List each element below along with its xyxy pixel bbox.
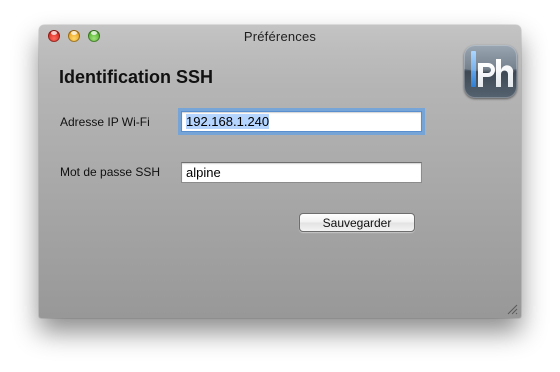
ssh-password-input[interactable]: alpine: [181, 162, 422, 183]
save-button[interactable]: Sauvegarder: [299, 213, 415, 232]
window-title: Préférences: [243, 29, 317, 44]
preferences-window: Préférences Identification SSH Adresse I…: [39, 25, 521, 318]
minimize-icon[interactable]: [68, 30, 80, 42]
resize-grip-icon[interactable]: [507, 304, 518, 315]
ip-address-label: Adresse IP Wi-Fi: [60, 115, 150, 129]
zoom-icon[interactable]: [88, 30, 100, 42]
ssh-password-label: Mot de passe SSH: [60, 165, 161, 179]
title-bar[interactable]: Préférences: [39, 25, 521, 47]
close-icon[interactable]: [48, 30, 60, 42]
app-logo-graphic: [464, 45, 517, 87]
ssh-password-value: alpine: [186, 165, 221, 180]
desktop-background: Préférences Identification SSH Adresse I…: [0, 0, 560, 372]
ip-address-input[interactable]: 192.168.1.240: [181, 111, 422, 132]
section-heading: Identification SSH: [59, 67, 214, 87]
ip-address-value: 192.168.1.240: [186, 114, 270, 129]
iphone-app-logo: [464, 45, 517, 98]
